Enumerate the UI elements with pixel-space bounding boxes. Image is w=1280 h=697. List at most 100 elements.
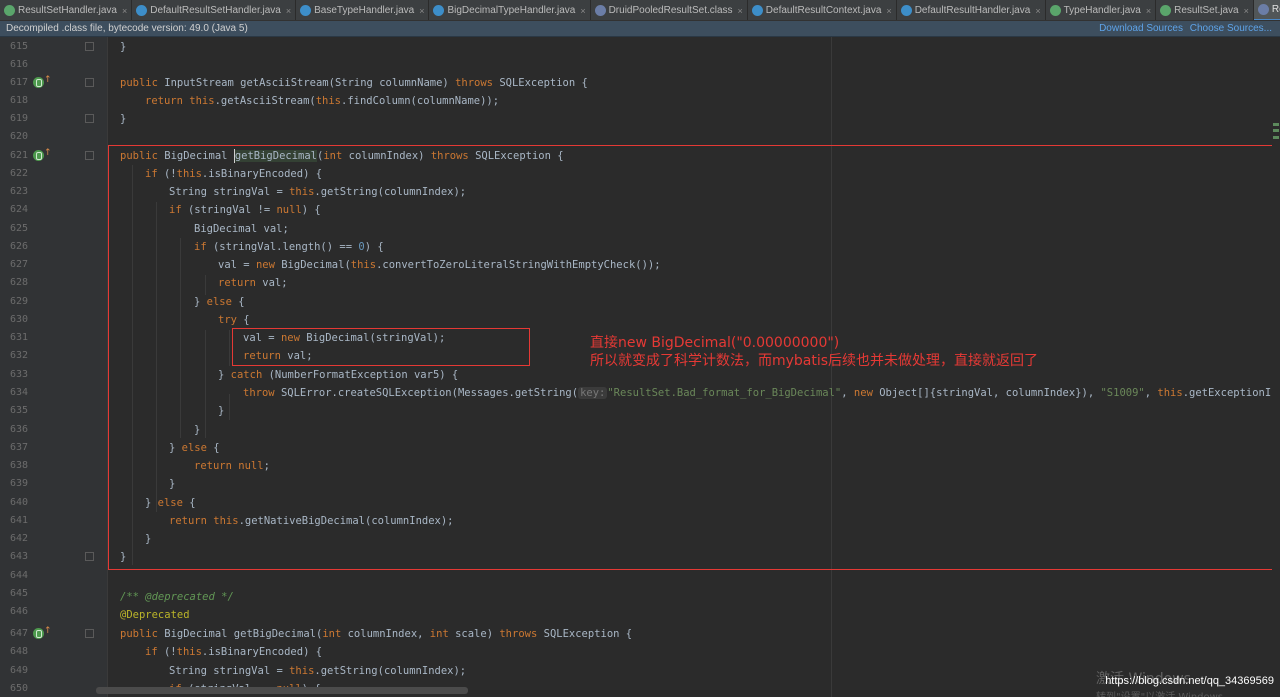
tab-resultsethandler-java[interactable]: ResultSetHandler.java × xyxy=(0,0,133,20)
tab-resultset-java[interactable]: ResultSet.java × xyxy=(1156,0,1254,20)
tab-label: TypeHandler.java xyxy=(1063,5,1141,16)
choose-sources-link[interactable]: Choose Sources... xyxy=(1190,23,1272,34)
code-line: } xyxy=(120,41,127,53)
tab-druidpooledresultset-class[interactable]: DruidPooledResultSet.class × xyxy=(591,0,748,20)
override-marker-icon[interactable] xyxy=(33,628,44,639)
line-number: 640 xyxy=(9,497,28,508)
line-number: 641 xyxy=(9,515,28,526)
line-number: 626 xyxy=(9,241,28,252)
tab-typehandler-java[interactable]: TypeHandler.java × xyxy=(1046,0,1157,20)
interface-icon xyxy=(1049,5,1061,16)
annotation-line-1: 直接new BigDecimal("0.00000000") xyxy=(590,335,840,351)
line-number: 620 xyxy=(9,131,28,142)
line-number: 643 xyxy=(9,551,28,562)
decompiled-info-bar: Decompiled .class file, bytecode version… xyxy=(0,21,1280,37)
close-icon[interactable]: × xyxy=(1146,6,1151,16)
class-icon xyxy=(300,5,312,16)
line-number: 646 xyxy=(9,606,28,617)
code-line: public BigDecimal getBigDecimal(int colu… xyxy=(120,628,633,640)
vertical-scrollbar[interactable] xyxy=(1272,37,1280,697)
tab-bigdecimaltypehandler-java[interactable]: BigDecimalTypeHandler.java × xyxy=(429,0,591,20)
line-number: 631 xyxy=(9,332,28,343)
close-icon[interactable]: × xyxy=(1244,6,1249,16)
fold-icon[interactable] xyxy=(85,629,94,638)
code-line: public InputStream getAsciiStream(String… xyxy=(120,77,588,89)
tab-label: BigDecimalTypeHandler.java xyxy=(447,5,576,16)
tab-defaultresultsethandler-java[interactable]: DefaultResultSetHandler.java × xyxy=(132,0,297,20)
class-icon xyxy=(136,5,148,16)
code-line: @Deprecated xyxy=(120,609,190,621)
statement-highlight-box xyxy=(232,328,530,366)
tab-defaultresultcontext-java[interactable]: DefaultResultContext.java × xyxy=(748,0,897,20)
line-number: 622 xyxy=(9,168,28,179)
fold-icon[interactable] xyxy=(85,151,94,160)
decompiled-message: Decompiled .class file, bytecode version… xyxy=(6,23,248,34)
close-icon[interactable]: × xyxy=(419,6,424,16)
line-number: 650 xyxy=(9,683,28,694)
line-number: 635 xyxy=(9,405,28,416)
override-marker-icon[interactable] xyxy=(33,150,44,161)
annotation-note: 直接new BigDecimal("0.00000000") 所以就变成了科学计… xyxy=(590,334,1038,370)
line-number: 642 xyxy=(9,533,28,544)
tab-resultsetimpl-class[interactable]: ResultSetImpl.class× xyxy=(1253,0,1280,20)
line-number: 628 xyxy=(9,277,28,288)
interface-icon xyxy=(4,5,15,16)
code-line: if (!this.isBinaryEncoded) { xyxy=(145,646,323,658)
compiled-class-icon xyxy=(1257,4,1269,15)
override-marker-icon[interactable] xyxy=(33,77,44,88)
close-icon[interactable]: × xyxy=(286,6,291,16)
line-number: 636 xyxy=(9,424,28,435)
scroll-marker[interactable] xyxy=(1273,123,1279,126)
line-number: 637 xyxy=(9,442,28,453)
tab-basetypehandler-java[interactable]: BaseTypeHandler.java × xyxy=(296,0,430,20)
line-number: 621 xyxy=(9,150,28,161)
close-icon[interactable]: × xyxy=(738,6,743,16)
scroll-marker[interactable] xyxy=(1273,136,1279,139)
class-icon xyxy=(900,5,912,16)
line-number: 639 xyxy=(9,478,28,489)
download-sources-link[interactable]: Download Sources xyxy=(1099,23,1183,34)
code-line: /** @deprecated */ xyxy=(120,591,234,603)
horizontal-scrollbar-thumb[interactable] xyxy=(96,687,468,694)
line-number: 619 xyxy=(9,113,28,124)
class-icon xyxy=(433,5,445,16)
close-icon[interactable]: × xyxy=(886,6,891,16)
code-line: } xyxy=(120,113,127,125)
line-number: 645 xyxy=(9,588,28,599)
line-number-gutter[interactable]: 615 616 617 618 619 620 621 622 623 624 … xyxy=(0,37,108,697)
scroll-marker[interactable] xyxy=(1273,129,1279,132)
editor-tab-bar: ResultSetHandler.java × DefaultResultSetHa… xyxy=(0,0,1280,21)
close-icon[interactable]: × xyxy=(580,6,585,16)
up-arrow-icon: ↑ xyxy=(44,626,52,636)
class-icon xyxy=(751,5,763,16)
compiled-class-icon xyxy=(594,5,606,16)
line-number: 623 xyxy=(9,186,28,197)
line-number: 617 xyxy=(9,77,28,88)
code-line: return this.getAsciiStream(this.findColu… xyxy=(145,95,500,107)
fold-icon[interactable] xyxy=(85,114,94,123)
line-number: 618 xyxy=(9,95,28,106)
up-arrow-icon: ↑ xyxy=(44,148,52,158)
tab-label: ResultSetHandler.java xyxy=(18,5,117,16)
line-number: 630 xyxy=(9,314,28,325)
code-editor[interactable]: } public InputStream getAsciiStream(Stri… xyxy=(108,37,1272,697)
blog-watermark: https://blog.csdn.net/qq_34369569 xyxy=(1105,675,1274,687)
fold-icon[interactable] xyxy=(85,552,94,561)
tab-label: DefaultResultContext.java xyxy=(765,5,882,16)
tab-defaultresulthandler-java[interactable]: DefaultResultHandler.java × xyxy=(897,0,1046,20)
activate-windows-subtext: 转到"设置"以激活 Windows。 xyxy=(1096,688,1233,697)
line-number: 649 xyxy=(9,665,28,676)
line-number: 616 xyxy=(9,59,28,70)
close-icon[interactable]: × xyxy=(1035,6,1040,16)
tab-label: ResultSetImpl.class xyxy=(1271,4,1280,15)
fold-icon[interactable] xyxy=(85,78,94,87)
fold-icon[interactable] xyxy=(85,42,94,51)
close-icon[interactable]: × xyxy=(122,6,127,16)
line-number: 634 xyxy=(9,387,28,398)
interface-icon xyxy=(1160,5,1172,16)
line-number: 633 xyxy=(9,369,28,380)
line-number: 625 xyxy=(9,223,28,234)
line-number: 615 xyxy=(9,41,28,52)
up-arrow-icon: ↑ xyxy=(44,75,52,85)
annotation-line-2: 所以就变成了科学计数法，而mybatis后续也并未做处理，直接就返回了 xyxy=(590,353,1039,369)
